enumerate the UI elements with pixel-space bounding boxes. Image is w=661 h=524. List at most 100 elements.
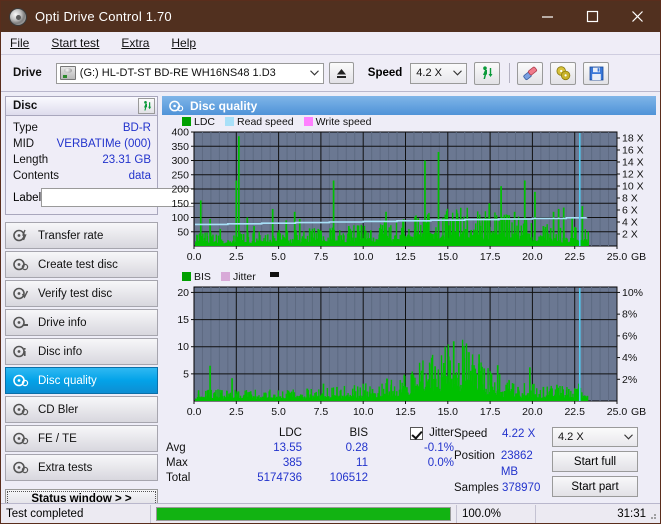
disc-label-row: Label bbox=[13, 187, 245, 208]
disc-tools-button[interactable] bbox=[550, 61, 577, 85]
drive-select-value: (G:) HL-DT-ST BD-RE WH16NS48 1.D3 bbox=[79, 67, 276, 79]
cd-bler-icon bbox=[12, 402, 31, 418]
run-position-value: 23862 MB bbox=[500, 450, 533, 478]
speed-select-value: 4.2 X bbox=[416, 67, 442, 79]
menu-bar: File Start test Extra Help bbox=[1, 32, 660, 55]
chevron-down-icon bbox=[306, 70, 323, 76]
svg-text:12.5: 12.5 bbox=[395, 406, 416, 418]
sidebar-item-drive-info[interactable]: Drive info bbox=[5, 309, 158, 336]
disc-panel-title: Disc bbox=[13, 100, 38, 112]
speed-label: Speed bbox=[367, 67, 403, 79]
jitter-checkbox[interactable] bbox=[410, 427, 424, 440]
sidebar-item-label: FE / TE bbox=[38, 432, 77, 445]
svg-text:10: 10 bbox=[177, 341, 189, 353]
refresh-disc-button[interactable] bbox=[138, 98, 155, 114]
refresh-drive-button[interactable] bbox=[474, 61, 501, 85]
svg-text:4%: 4% bbox=[622, 352, 637, 364]
speed-select[interactable]: 4.2 X bbox=[410, 62, 468, 84]
bis-chart-legend: BIS Jitter bbox=[162, 270, 656, 283]
sidebar-item-extra-tests[interactable]: Extra tests bbox=[5, 454, 158, 481]
svg-text:16 X: 16 X bbox=[622, 145, 644, 157]
svg-text:300: 300 bbox=[171, 155, 189, 167]
svg-text:15: 15 bbox=[177, 314, 189, 326]
sidebar-item-cd-bler[interactable]: CD Bler bbox=[5, 396, 158, 423]
svg-text:5.0: 5.0 bbox=[271, 406, 286, 418]
disc-row-mid: MID VERBATIMe (000) bbox=[13, 136, 151, 152]
disc-panel-header: Disc bbox=[5, 96, 158, 116]
svg-text:250: 250 bbox=[171, 169, 189, 181]
drive-info-icon bbox=[12, 315, 31, 331]
main-header-title: Disc quality bbox=[190, 98, 258, 113]
disc-row-contents: Contents data bbox=[13, 168, 151, 184]
maximize-button[interactable] bbox=[570, 1, 615, 32]
sidebar-item-disc-quality[interactable]: Disc quality bbox=[5, 367, 158, 394]
svg-text:17.5: 17.5 bbox=[480, 406, 501, 418]
test-speed-select[interactable]: 4.2 X bbox=[552, 427, 638, 447]
sidebar-item-label: Create test disc bbox=[38, 258, 118, 271]
stats-total-ldc: 5174736 bbox=[257, 472, 302, 484]
start-full-button[interactable]: Start full bbox=[552, 451, 638, 472]
stats-max-jitter: 0.0% bbox=[427, 457, 454, 469]
menu-extra-label: Extra bbox=[121, 36, 150, 50]
sidebar-item-label: Transfer rate bbox=[38, 229, 104, 242]
title-bar: Opti Drive Control 1.70 bbox=[1, 1, 660, 32]
sidebar-item-label: Disc quality bbox=[38, 374, 97, 387]
menu-start-test[interactable]: Start test bbox=[51, 36, 99, 50]
sidebar-item-fe-te[interactable]: FE / TE bbox=[5, 425, 158, 452]
save-button[interactable] bbox=[583, 61, 610, 85]
legend-swatch-write-speed bbox=[303, 117, 313, 126]
legend-label-read-speed: Read speed bbox=[237, 115, 294, 128]
stats-row-label: Total bbox=[166, 472, 191, 484]
sidebar-item-verify-test-disc[interactable]: Verify test disc bbox=[5, 280, 158, 307]
progress-percent: 100.0% bbox=[456, 504, 536, 523]
legend-label-jitter: Jitter bbox=[232, 270, 256, 283]
eject-button[interactable] bbox=[328, 62, 354, 84]
svg-text:8 X: 8 X bbox=[622, 193, 638, 205]
run-speed-row: Speed 4.22 X bbox=[454, 426, 552, 442]
legend-swatch-jitter bbox=[220, 272, 230, 281]
resize-grip[interactable] bbox=[647, 510, 657, 520]
disc-row-type: Type BD-R bbox=[13, 120, 151, 136]
progress-bar bbox=[156, 506, 451, 521]
minimize-button[interactable] bbox=[525, 1, 570, 32]
erase-button[interactable] bbox=[517, 61, 544, 85]
elapsed-time: 31:31 bbox=[617, 507, 646, 520]
sidebar-item-disc-info[interactable]: Disc info bbox=[5, 338, 158, 365]
svg-text:17.5: 17.5 bbox=[480, 251, 501, 263]
toolbar-separator bbox=[509, 63, 511, 83]
drive-toolbar: Drive (G:) HL-DT-ST BD-RE WH16NS48 1.D3 … bbox=[1, 55, 660, 92]
svg-text:2%: 2% bbox=[622, 374, 637, 386]
svg-text:7.5: 7.5 bbox=[314, 406, 329, 418]
menu-file[interactable]: File bbox=[10, 36, 29, 50]
sidebar-item-transfer-rate[interactable]: Transfer rate bbox=[5, 222, 158, 249]
stats-row-total: Total 5174736 106512 bbox=[166, 471, 454, 486]
svg-text:GB: GB bbox=[631, 406, 646, 418]
svg-text:5: 5 bbox=[183, 368, 189, 380]
disc-length-value: 23.31 GB bbox=[102, 154, 151, 166]
stats-table: LDC BIS Jitter Avg 13.55 0.28 -0.1% Max … bbox=[166, 426, 454, 501]
sidebar-item-label: Extra tests bbox=[38, 461, 93, 474]
svg-text:15.0: 15.0 bbox=[438, 251, 459, 263]
sidebar-item-label: Disc info bbox=[38, 345, 83, 358]
svg-text:10.0: 10.0 bbox=[353, 406, 374, 418]
menu-help[interactable]: Help bbox=[171, 36, 196, 50]
stats-max-ldc: 385 bbox=[282, 457, 302, 469]
menu-extra[interactable]: Extra bbox=[121, 36, 149, 50]
close-button[interactable] bbox=[615, 1, 660, 32]
run-speed-label: Speed bbox=[454, 428, 488, 440]
create-test-disc-icon bbox=[12, 257, 31, 273]
sidebar-item-create-test-disc[interactable]: Create test disc bbox=[5, 251, 158, 278]
ldc-plot-svg: 501001502002503003504002 X4 X6 X8 X10 X1… bbox=[171, 128, 646, 263]
start-part-button[interactable]: Start part bbox=[552, 476, 638, 497]
run-position-label: Position bbox=[454, 450, 495, 462]
window-title: Opti Drive Control 1.70 bbox=[35, 9, 172, 24]
stats-area: LDC BIS Jitter Avg 13.55 0.28 -0.1% Max … bbox=[162, 426, 656, 501]
stats-avg-ldc: 13.55 bbox=[273, 442, 302, 454]
sidebar-item-label: CD Bler bbox=[38, 403, 79, 416]
main-header: Disc quality bbox=[162, 96, 656, 115]
sidebar-item-label: Drive info bbox=[38, 316, 87, 329]
svg-text:15.0: 15.0 bbox=[438, 406, 459, 418]
fe-te-icon bbox=[12, 431, 31, 447]
drive-select[interactable]: (G:) HL-DT-ST BD-RE WH16NS48 1.D3 bbox=[55, 62, 324, 84]
svg-text:2 X: 2 X bbox=[622, 229, 638, 241]
